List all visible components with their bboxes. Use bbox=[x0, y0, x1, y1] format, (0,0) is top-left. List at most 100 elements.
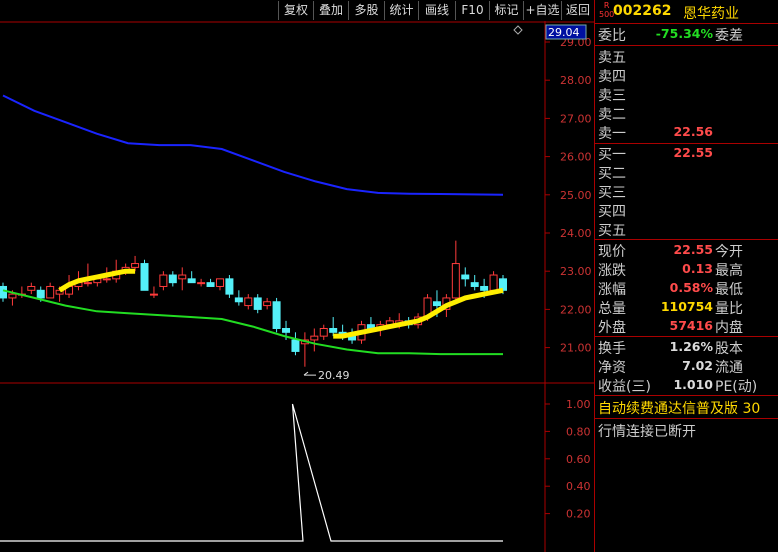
candle-body bbox=[480, 285, 489, 291]
candle-body bbox=[329, 328, 338, 333]
candle-body bbox=[83, 282, 92, 285]
quote-row-4-label: 外盘 bbox=[598, 320, 626, 336]
toolbar: 复权 叠加 多股 统计 画线 F10 标记 +自选 返回 bbox=[0, 0, 594, 21]
candle-body bbox=[36, 289, 45, 299]
candle-body bbox=[8, 293, 17, 299]
stock-code[interactable]: 002262 bbox=[613, 3, 671, 19]
candle-body bbox=[102, 278, 111, 281]
candle-body bbox=[187, 278, 196, 284]
candle-body bbox=[263, 301, 272, 307]
candle-body bbox=[432, 301, 441, 307]
fund-row-0-value: 1.26% bbox=[669, 339, 713, 354]
candle-body bbox=[46, 285, 55, 299]
quote-row-4-right-label: 内盘 bbox=[715, 320, 743, 336]
candle-body bbox=[253, 297, 262, 310]
indicator-tick-label: 0.80 bbox=[566, 425, 591, 438]
sell-row-3: 卖二 bbox=[595, 104, 778, 123]
separator bbox=[595, 418, 778, 419]
candle-body bbox=[197, 282, 206, 285]
kline-chart[interactable]: 29.0028.0027.0026.0025.0024.0023.0022.00… bbox=[0, 21, 594, 552]
candle-body bbox=[215, 278, 224, 287]
indicator-tick-label: 1.00 bbox=[566, 398, 591, 411]
indicator-line bbox=[0, 403, 503, 542]
candle-body bbox=[291, 339, 300, 352]
quote-row-0-value: 22.55 bbox=[673, 242, 713, 257]
buy-row-1-label: 买二 bbox=[598, 166, 626, 182]
candle-body bbox=[225, 278, 234, 295]
price-tick-label: 22.00 bbox=[560, 303, 592, 316]
quote-row-3-right-label: 量比 bbox=[715, 301, 743, 317]
buy-row-0-value: 22.55 bbox=[673, 145, 713, 160]
quote-row-2-label: 涨幅 bbox=[598, 282, 626, 298]
diamond-icon[interactable] bbox=[513, 25, 523, 35]
candle-body bbox=[461, 274, 470, 280]
sell-row-4: 卖一 22.56 bbox=[595, 123, 778, 142]
sell-row-0: 卖五 bbox=[595, 47, 778, 66]
quote-row-1-right-label: 最高 bbox=[715, 263, 743, 279]
buy-row-4: 买五 bbox=[595, 220, 778, 239]
candle-body bbox=[168, 274, 177, 284]
buy-row-2: 买三 bbox=[595, 182, 778, 201]
sell-row-4-label: 卖一 bbox=[598, 126, 626, 142]
weibi-row-label: 委比 bbox=[598, 28, 626, 44]
fund-row-2-right-label: PE(动) bbox=[715, 379, 758, 395]
marquee-text[interactable]: 自动续费通达信普及版 30 bbox=[598, 398, 760, 418]
price-tick-label: 23.00 bbox=[560, 265, 592, 278]
buy-row-4-label: 买五 bbox=[598, 223, 626, 239]
quote-row-0-label: 现价 bbox=[598, 244, 626, 260]
weibi-row: 委比 -75.34% 委差 bbox=[595, 25, 778, 44]
candle-body bbox=[272, 301, 281, 330]
quote-panel: R 500 002262 恩华药业 委比 -75.34% 委差 卖五卖四卖三卖二卖一 22… bbox=[594, 0, 778, 552]
candle-body bbox=[159, 274, 168, 287]
fund-row-2: 收益(三) 1.010 PE(动) bbox=[595, 376, 778, 395]
toolbar-button-7[interactable]: +自选 bbox=[523, 1, 561, 20]
stock-name[interactable]: 恩华药业 bbox=[683, 3, 739, 23]
price-tick-label: 28.00 bbox=[560, 74, 592, 87]
current-price-label: 29.04 bbox=[548, 26, 580, 39]
candle-body bbox=[27, 285, 36, 291]
sell-row-4-value: 22.56 bbox=[673, 124, 713, 139]
low-price-label: 20.49 bbox=[318, 369, 350, 382]
indicator-tick-label: 0.40 bbox=[566, 480, 591, 493]
toolbar-button-1[interactable]: 叠加 bbox=[313, 1, 348, 20]
buy-row-2-label: 买三 bbox=[598, 185, 626, 201]
fund-row-2-label: 收益(三) bbox=[598, 379, 651, 395]
sell-row-3-label: 卖二 bbox=[598, 107, 626, 123]
candle-body bbox=[234, 297, 243, 303]
low-arrow bbox=[303, 371, 316, 376]
quote-row-3-label: 总量 bbox=[598, 301, 626, 317]
sell-row-1-label: 卖四 bbox=[598, 69, 626, 85]
buy-row-3: 买四 bbox=[595, 201, 778, 220]
buy-row-0-label: 买一 bbox=[598, 147, 626, 163]
toolbar-button-2[interactable]: 多股 bbox=[348, 1, 384, 20]
weibi-row-right-label: 委差 bbox=[715, 28, 743, 44]
fund-row-0: 换手 1.26% 股本 bbox=[595, 338, 778, 357]
toolbar-button-6[interactable]: 标记 bbox=[489, 1, 523, 20]
toolbar-button-8[interactable]: 返回 bbox=[561, 1, 594, 20]
quote-row-4-value: 57416 bbox=[669, 318, 714, 333]
quote-row-0: 现价 22.55 今开 bbox=[595, 241, 778, 260]
quote-row-1-value: 0.13 bbox=[682, 261, 713, 276]
toolbar-button-0[interactable]: 复权 bbox=[278, 1, 313, 20]
sell-row-2-label: 卖三 bbox=[598, 88, 626, 104]
indicator-tick-label: 0.20 bbox=[566, 508, 591, 521]
quote-row-1-label: 涨跌 bbox=[598, 263, 626, 279]
price-tick-label: 21.00 bbox=[560, 342, 592, 355]
quote-row-2: 涨幅 0.58% 最低 bbox=[595, 279, 778, 298]
toolbar-button-4[interactable]: 画线 bbox=[418, 1, 455, 20]
fund-row-1-value: 7.02 bbox=[682, 358, 713, 373]
stock-header: R 500 002262 恩华药业 bbox=[595, 0, 778, 24]
quote-row-3-value: 110754 bbox=[660, 299, 713, 314]
quote-row-0-right-label: 今开 bbox=[715, 244, 743, 260]
quote-row-3: 总量 110754 量比 bbox=[595, 298, 778, 317]
candle-body bbox=[140, 263, 149, 291]
sell-row-1: 卖四 bbox=[595, 66, 778, 85]
indicator-tick-label: 0.60 bbox=[566, 453, 591, 466]
toolbar-button-3[interactable]: 统计 bbox=[384, 1, 418, 20]
separator bbox=[595, 336, 778, 337]
toolbar-button-5[interactable]: F10 bbox=[455, 1, 489, 20]
price-tick-label: 26.00 bbox=[560, 151, 592, 164]
separator bbox=[595, 239, 778, 240]
separator bbox=[595, 395, 778, 396]
quote-row-2-value: 0.58% bbox=[669, 280, 713, 295]
